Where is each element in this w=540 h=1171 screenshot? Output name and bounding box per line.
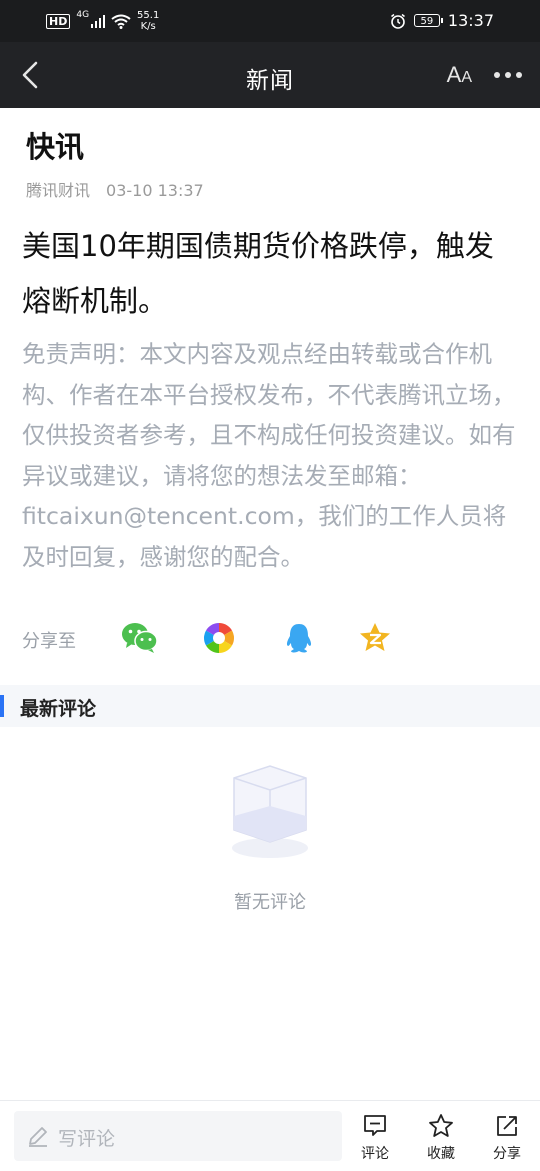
share-button[interactable]: 分享 (482, 1113, 532, 1163)
comment-placeholder: 写评论 (58, 1128, 116, 1150)
font-size-button[interactable]: AA (447, 62, 472, 88)
battery-icon: 59 (413, 14, 443, 27)
article-source[interactable]: 腾讯财讯 (26, 181, 90, 200)
wifi-icon (111, 14, 131, 29)
star-icon (429, 1114, 453, 1137)
favorite-label: 收藏 (427, 1146, 455, 1162)
network-gen: 4G (76, 10, 90, 20)
more-icon[interactable] (494, 72, 522, 78)
comment-label: 评论 (361, 1146, 389, 1162)
share-label: 分享 (493, 1146, 521, 1162)
signal-icon (91, 14, 106, 28)
article-datetime: 03-10 13:37 (106, 181, 204, 200)
comments-header: 最新评论 (0, 685, 540, 727)
font-size-icon-small: A (461, 69, 472, 86)
speed-unit: K/s (140, 21, 156, 32)
article-section-title: 快讯 (26, 130, 85, 164)
network-speed: 55.1 K/s (137, 10, 159, 32)
empty-comments-text: 暂无评论 (234, 892, 306, 913)
status-left: HD 4G 55.1 K/s (46, 10, 159, 32)
share-label: 分享至 (22, 631, 76, 652)
favorite-button[interactable]: 收藏 (416, 1113, 466, 1163)
hd-indicator: HD (46, 13, 71, 29)
wechat-icon[interactable] (121, 621, 159, 655)
comment-icon (364, 1115, 386, 1136)
disclaimer-text: 免责声明：本文内容及观点经由转载或合作机构、作者在本平台授权发布，不代表腾讯立场… (22, 340, 516, 571)
alarm-icon (390, 13, 405, 29)
clock: 13:37 (447, 11, 494, 30)
pencil-icon (29, 1127, 47, 1147)
nav-bar: 新闻 AA (0, 42, 540, 108)
article-headline: 美国10年期国债期货价格跌停，触发熔断机制。 (22, 229, 494, 318)
speed-value: 55.1 (137, 10, 160, 21)
empty-box-icon (232, 765, 308, 858)
comment-button[interactable]: 评论 (350, 1113, 400, 1163)
article-meta: 腾讯财讯 03-10 13:37 (26, 177, 204, 201)
font-size-icon-large: A (446, 62, 462, 87)
comment-input[interactable]: 写评论 (14, 1111, 342, 1161)
moments-icon[interactable] (200, 621, 238, 655)
comments-marker (0, 695, 4, 717)
share-icon (497, 1116, 517, 1136)
bottom-bar: 写评论 评论 收藏 分享 (0, 1100, 540, 1171)
qq-icon[interactable] (280, 621, 318, 655)
status-bar: HD 4G 55.1 K/s 59 13:37 (0, 0, 540, 42)
status-right: 59 13:37 (390, 11, 494, 30)
comments-title: 最新评论 (20, 698, 97, 720)
qzone-icon[interactable] (356, 621, 394, 655)
